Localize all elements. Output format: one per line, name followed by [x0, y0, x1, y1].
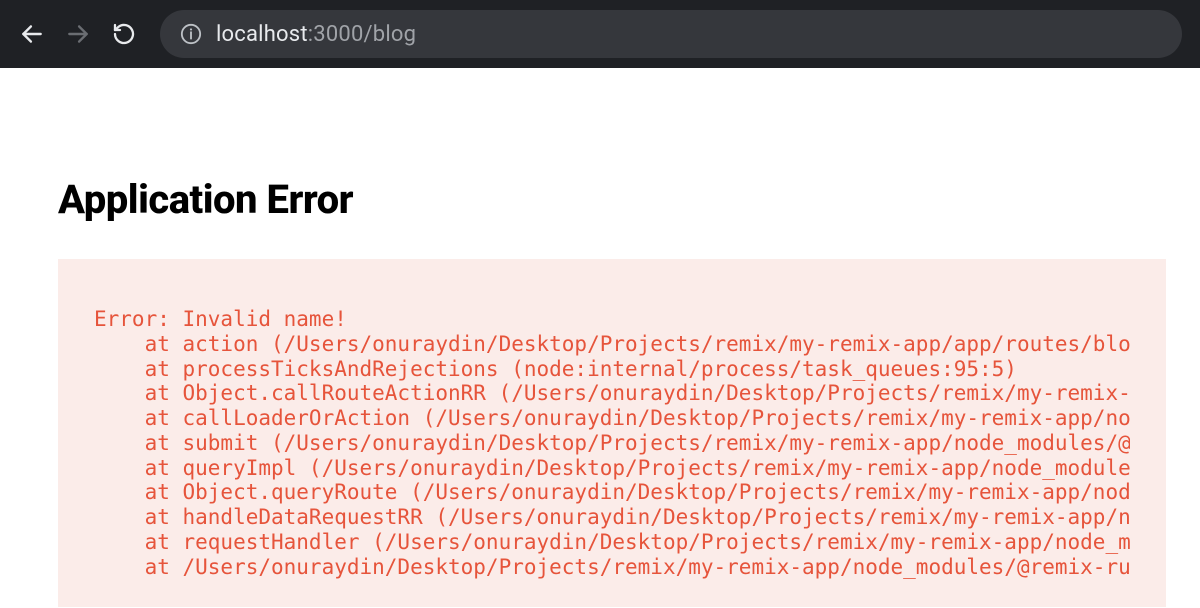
back-button[interactable] — [18, 20, 46, 48]
page-content: Application Error Error: Invalid name! a… — [0, 68, 1200, 607]
error-box: Error: Invalid name! at action (/Users/o… — [58, 259, 1166, 607]
stack-trace: Error: Invalid name! at action (/Users/o… — [94, 307, 1130, 579]
site-info-button[interactable] — [180, 23, 202, 45]
url-host: localhost — [216, 22, 308, 47]
arrow-left-icon — [19, 21, 45, 47]
page-title: Application Error — [58, 176, 1142, 223]
browser-toolbar: localhost:3000/blog — [0, 0, 1200, 68]
forward-button[interactable] — [64, 20, 92, 48]
address-bar[interactable]: localhost:3000/blog — [160, 10, 1182, 58]
info-icon — [180, 23, 202, 45]
reload-button[interactable] — [110, 20, 138, 48]
nav-buttons — [18, 20, 138, 48]
reload-icon — [112, 22, 136, 46]
url-text: localhost:3000/blog — [216, 22, 416, 47]
url-path: :3000/blog — [308, 22, 416, 47]
arrow-right-icon — [65, 21, 91, 47]
